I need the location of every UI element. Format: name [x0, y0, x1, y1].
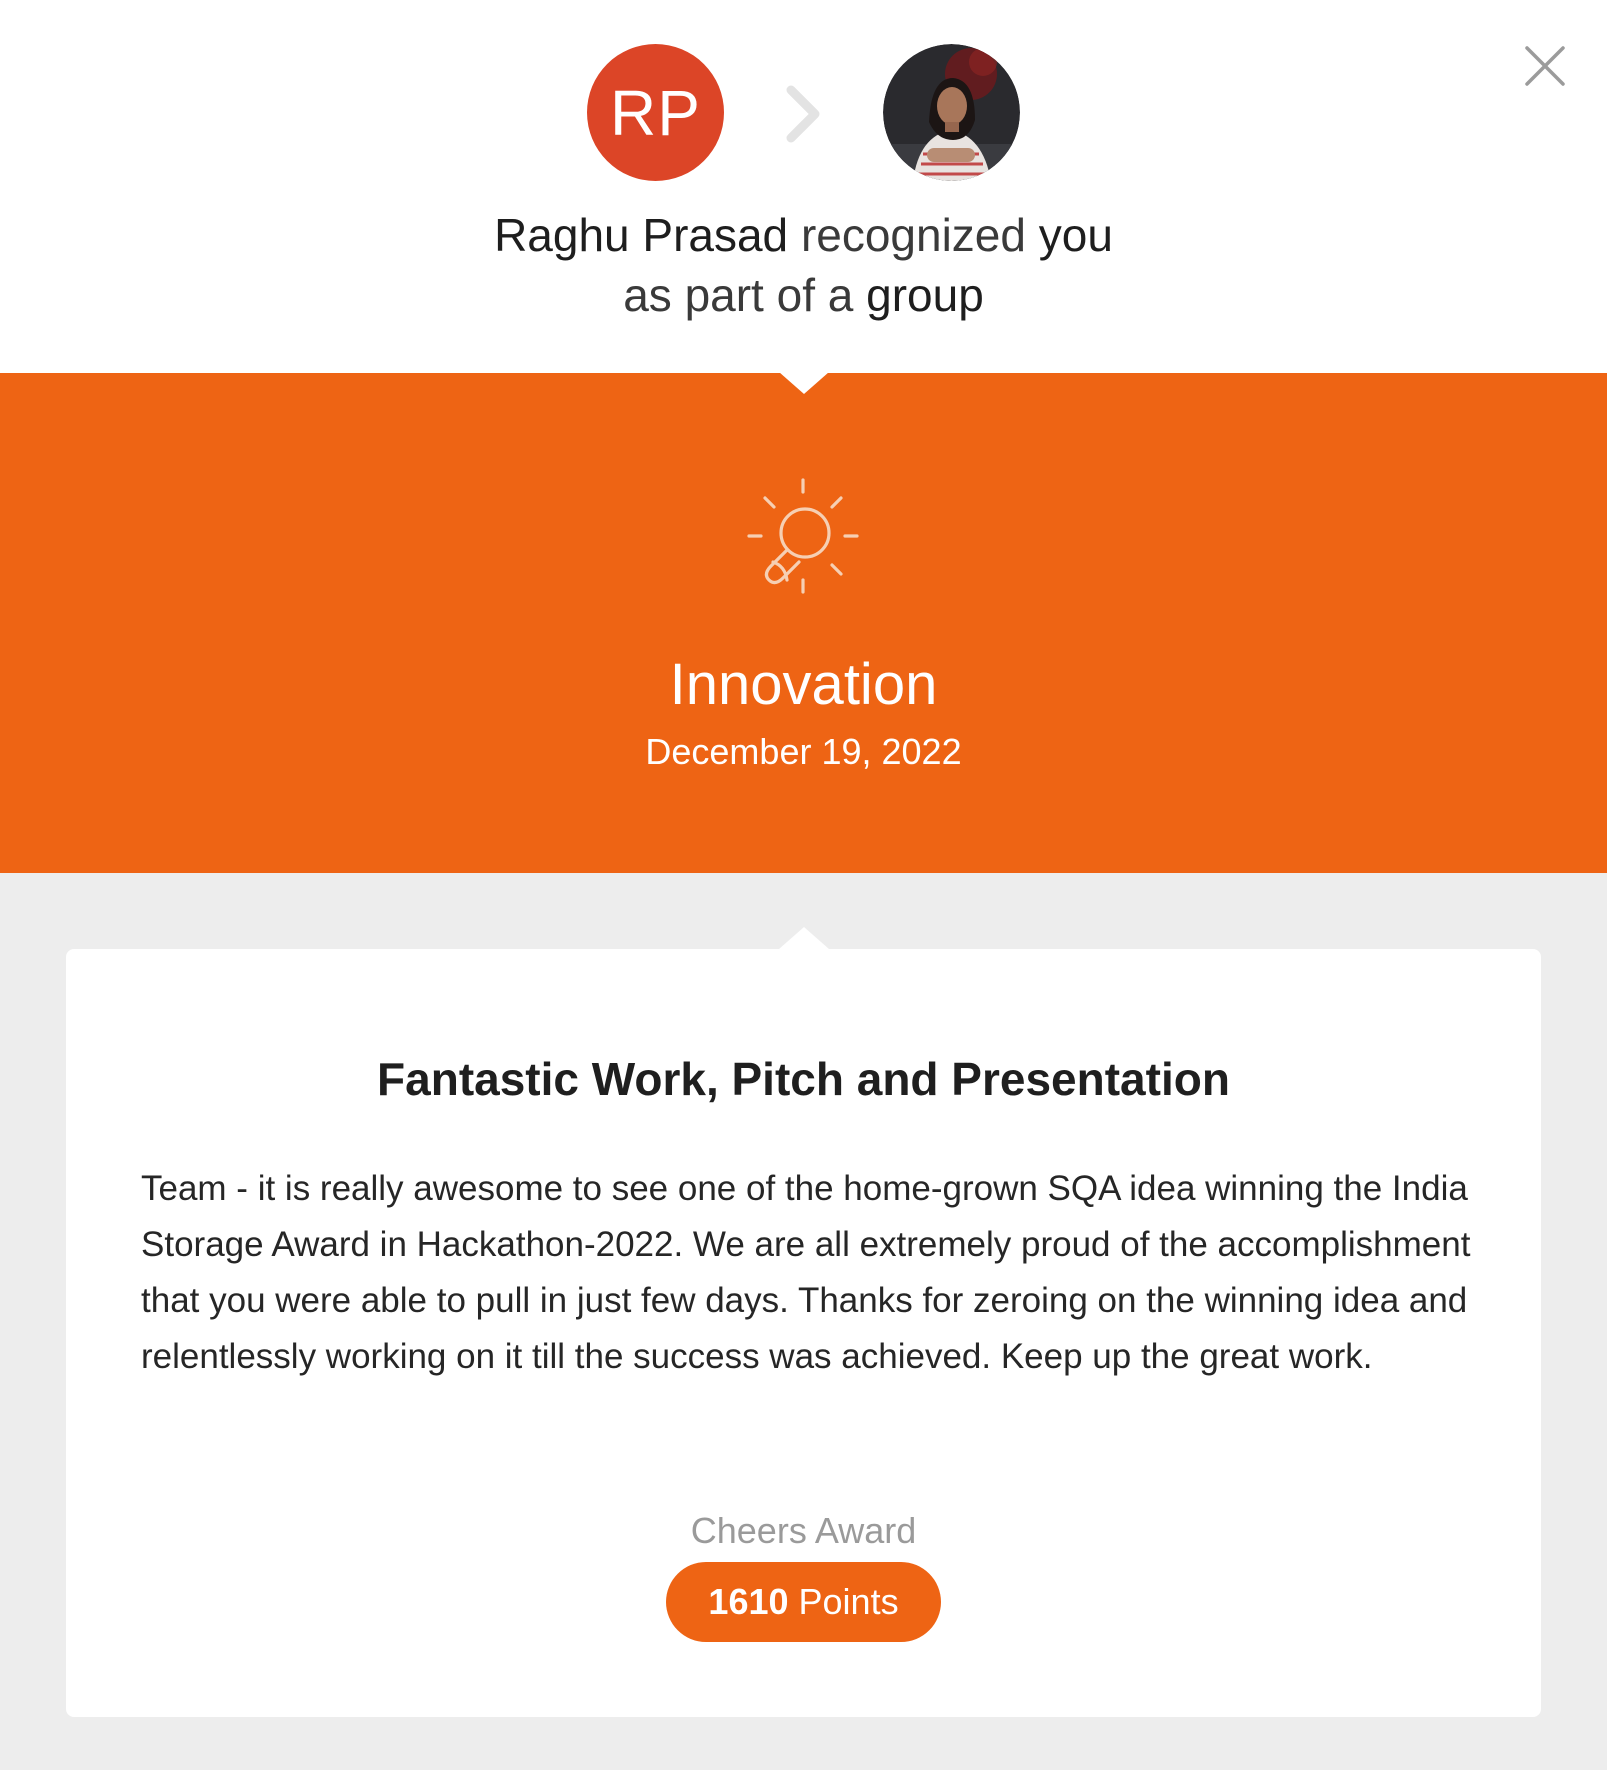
close-button[interactable]	[1521, 42, 1569, 90]
recipient-avatar[interactable]	[883, 44, 1020, 181]
points-unit: Points	[798, 1581, 899, 1622]
recognition-card: Fantastic Work, Pitch and Presentation T…	[66, 949, 1541, 1717]
headline-line2-prefix: as part of a	[623, 269, 854, 321]
recognition-message: Team - it is really awesome to see one o…	[141, 1169, 1471, 1376]
chevron-right-icon	[779, 82, 827, 146]
recognition-title: Fantastic Work, Pitch and Presentation	[377, 1053, 1230, 1105]
category-banner	[0, 373, 1607, 873]
giver-initials: RP	[610, 76, 701, 149]
banner-notch	[779, 372, 829, 394]
close-icon	[1525, 46, 1565, 86]
lightbulb-idea-icon	[743, 476, 863, 596]
headline-verb: recognized	[800, 209, 1026, 261]
card-notch	[779, 927, 829, 949]
award-type: Cheers Award	[690, 1510, 917, 1551]
recognition-date: December 19, 2022	[645, 731, 962, 772]
points-value: 1610	[708, 1581, 789, 1622]
category-name: Innovation	[669, 652, 938, 717]
giver-name[interactable]: Raghu Prasad	[494, 209, 788, 261]
recognition-headline: Raghu Prasad recognized you as part of a…	[0, 205, 1607, 325]
group-label: group	[866, 269, 984, 321]
points-badge: 1610 Points	[666, 1562, 941, 1642]
giver-avatar[interactable]: RP	[587, 44, 724, 181]
recipient-label: you	[1038, 209, 1113, 261]
